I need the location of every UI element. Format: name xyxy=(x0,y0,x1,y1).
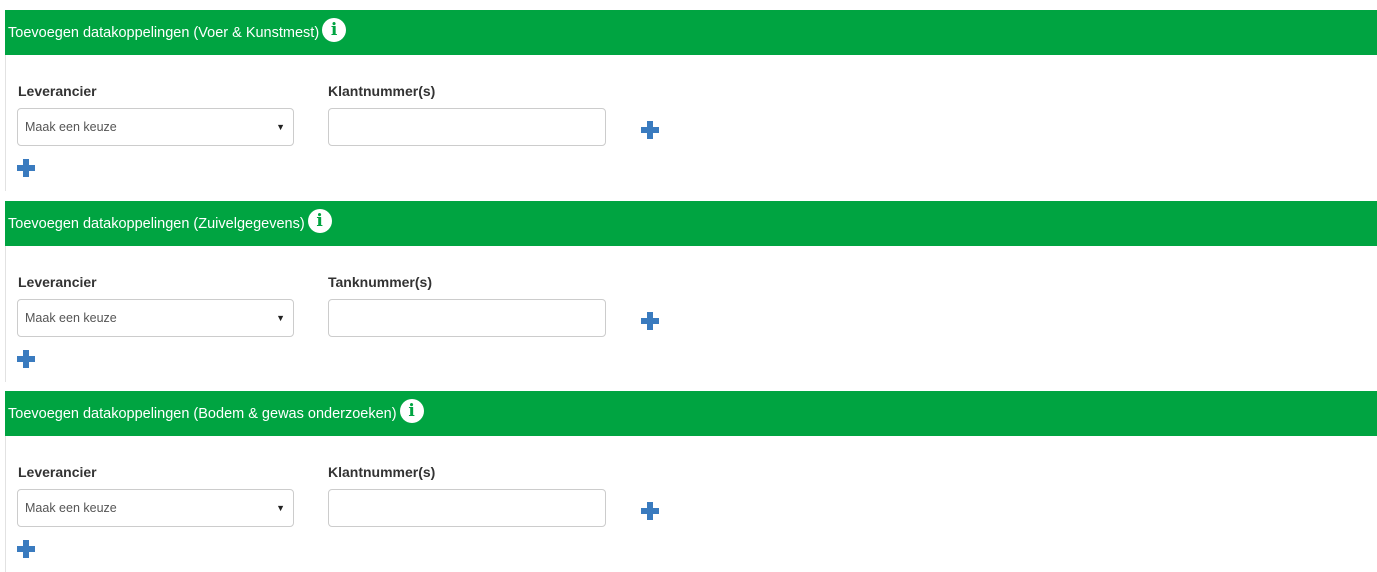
add-supplier-plus-icon[interactable] xyxy=(17,159,35,177)
customer-number-label: Klantnummer(s) xyxy=(328,464,436,480)
info-icon[interactable]: i xyxy=(307,208,332,233)
supplier-select[interactable]: Maak een keuze ▼ xyxy=(17,108,294,146)
supplier-label: Leverancier xyxy=(18,274,97,290)
supplier-label: Leverancier xyxy=(18,464,97,480)
section-soil-crop-research: Toevoegen datakoppelingen (Bodem & gewas… xyxy=(5,391,1377,572)
info-icon[interactable]: i xyxy=(399,398,424,423)
section-dairy-data: Toevoegen datakoppelingen (Zuivelgegeven… xyxy=(5,201,1377,382)
dropdown-arrow-icon: ▼ xyxy=(276,503,285,513)
add-number-plus-icon[interactable] xyxy=(641,121,659,139)
customer-number-input[interactable] xyxy=(328,108,606,146)
add-number-plus-icon[interactable] xyxy=(641,312,659,330)
add-supplier-plus-icon[interactable] xyxy=(17,540,35,558)
supplier-select-value: Maak een keuze xyxy=(25,311,117,325)
info-icon[interactable]: i xyxy=(322,17,347,42)
supplier-select-value: Maak een keuze xyxy=(25,501,117,515)
supplier-select[interactable]: Maak een keuze ▼ xyxy=(17,489,294,527)
section-header: Toevoegen datakoppelingen (Bodem & gewas… xyxy=(5,391,1377,436)
section-body: Leverancier Tanknummer(s) Maak een keuze… xyxy=(5,246,1377,382)
tank-number-input[interactable] xyxy=(328,299,606,337)
customer-number-input[interactable] xyxy=(328,489,606,527)
dropdown-arrow-icon: ▼ xyxy=(276,313,285,323)
supplier-select[interactable]: Maak een keuze ▼ xyxy=(17,299,294,337)
section-header: Toevoegen datakoppelingen (Zuivelgegeven… xyxy=(5,201,1377,246)
add-number-plus-icon[interactable] xyxy=(641,502,659,520)
customer-number-label: Klantnummer(s) xyxy=(328,83,436,99)
supplier-label: Leverancier xyxy=(18,83,97,99)
supplier-select-value: Maak een keuze xyxy=(25,120,117,134)
section-feed-fertilizer: Toevoegen datakoppelingen (Voer & Kunstm… xyxy=(5,10,1377,191)
section-title: Toevoegen datakoppelingen (Zuivelgegeven… xyxy=(8,215,305,232)
section-title: Toevoegen datakoppelingen (Voer & Kunstm… xyxy=(8,24,320,41)
tank-number-label: Tanknummer(s) xyxy=(328,274,432,290)
dropdown-arrow-icon: ▼ xyxy=(276,122,285,132)
add-supplier-plus-icon[interactable] xyxy=(17,350,35,368)
section-header: Toevoegen datakoppelingen (Voer & Kunstm… xyxy=(5,10,1377,55)
section-body: Leverancier Klantnummer(s) Maak een keuz… xyxy=(5,55,1377,191)
section-title: Toevoegen datakoppelingen (Bodem & gewas… xyxy=(8,405,397,422)
section-body: Leverancier Klantnummer(s) Maak een keuz… xyxy=(5,436,1377,572)
